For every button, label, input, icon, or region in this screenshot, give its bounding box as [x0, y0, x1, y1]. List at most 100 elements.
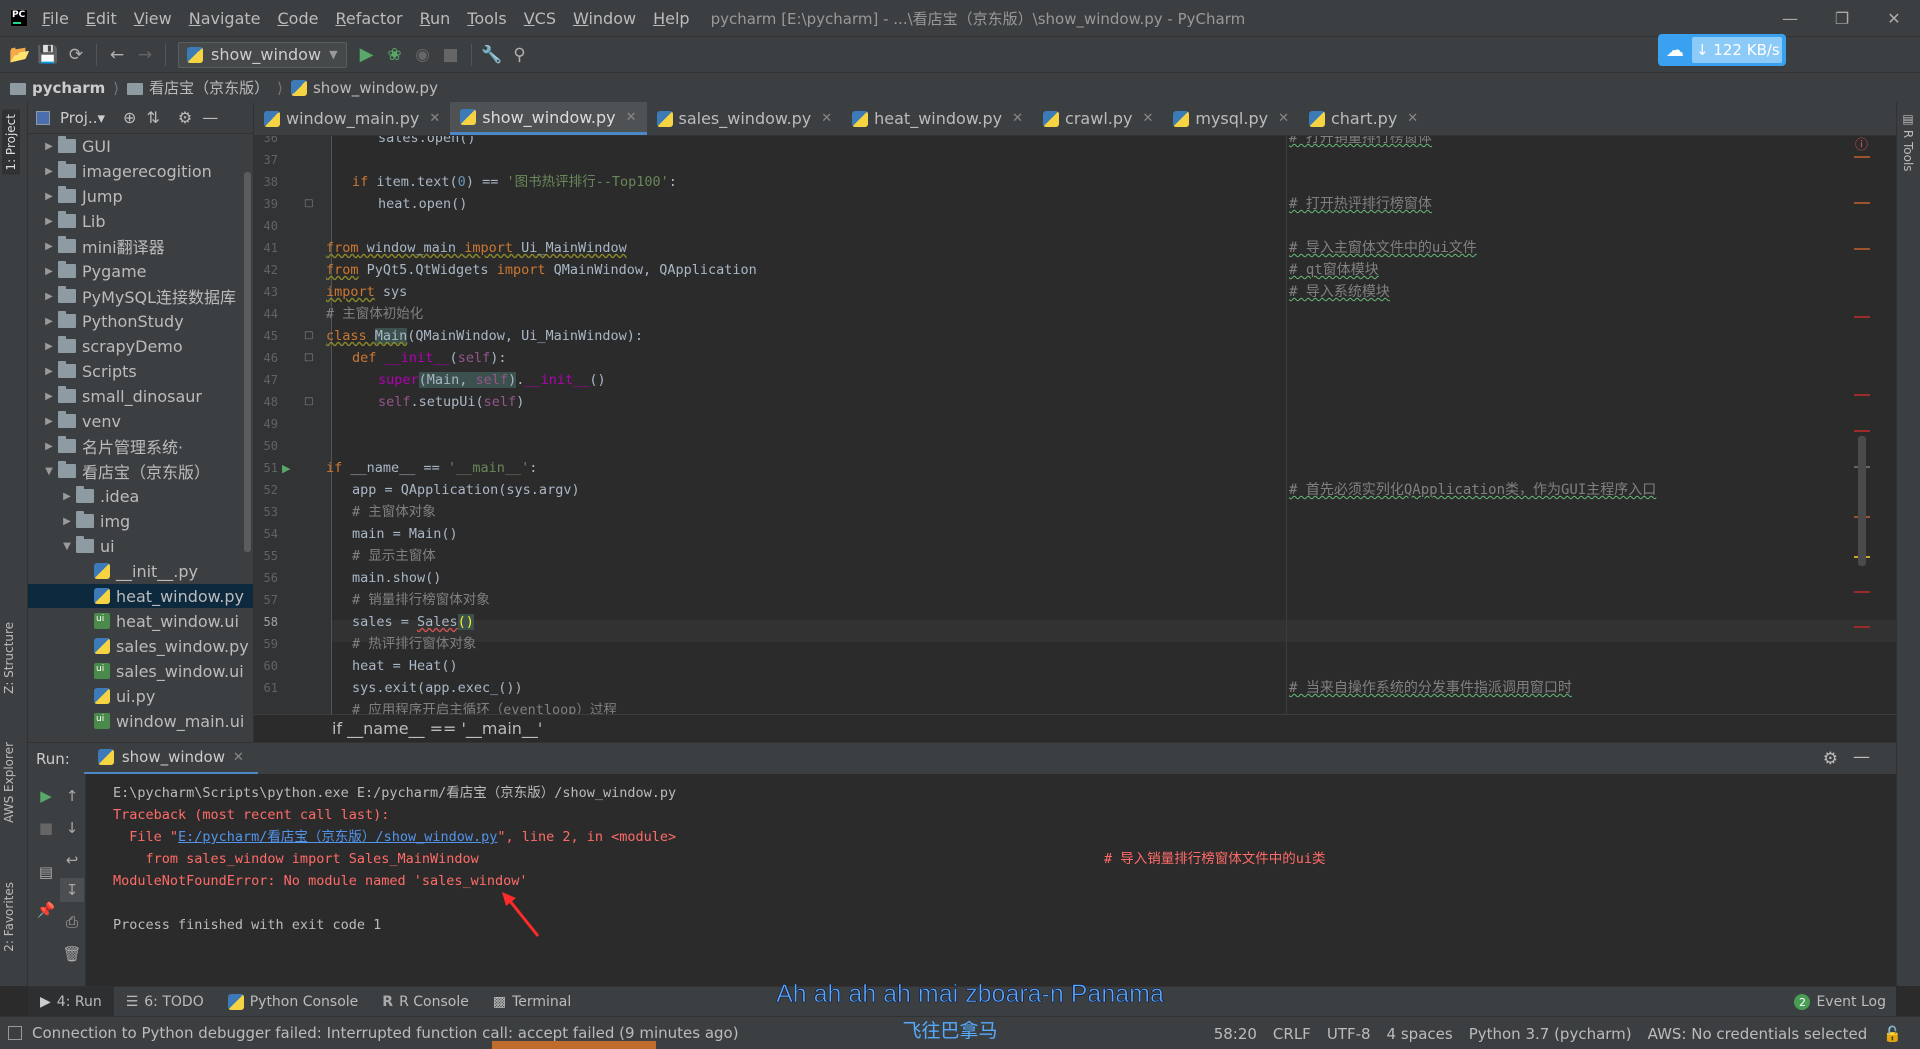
code-editor[interactable]: 36 37 38 39 40 41 42 43 44 45 46 47 48 49 50 51 52 53 54 55…: [254, 136, 1896, 714]
collapsed-arrow-icon[interactable]: ▶: [40, 241, 58, 252]
file-encoding[interactable]: UTF-8: [1327, 1025, 1371, 1043]
stripe-mark[interactable]: [1854, 316, 1870, 318]
error-stripe[interactable]: ⓘ: [1840, 136, 1870, 714]
back-arrow-icon[interactable]: ←: [103, 41, 131, 69]
editor-tab[interactable]: mysql.py ✕: [1163, 102, 1299, 135]
editor-tab[interactable]: window_main.py ✕: [254, 102, 450, 135]
collapsed-arrow-icon[interactable]: ▶: [40, 166, 58, 177]
tool-window-project[interactable]: 1: Project: [2, 110, 20, 175]
editor-tab[interactable]: chart.py ✕: [1299, 102, 1428, 135]
menu-edit[interactable]: Edit: [86, 9, 117, 28]
indent-setting[interactable]: 4 spaces: [1387, 1025, 1453, 1043]
run-configuration-select[interactable]: show_window ▼: [178, 41, 347, 68]
maximize-button[interactable]: ❐: [1816, 0, 1868, 36]
menu-view[interactable]: View: [134, 9, 172, 28]
scroll-up-icon[interactable]: ↑: [60, 784, 84, 808]
collapsed-arrow-icon[interactable]: ▶: [40, 366, 58, 377]
menu-tools[interactable]: Tools: [467, 9, 506, 28]
search-icon[interactable]: ⚲: [506, 41, 534, 69]
tree-item[interactable]: ▶ .idea: [28, 484, 253, 508]
close-tab-icon[interactable]: ✕: [1278, 111, 1289, 126]
rerun-icon[interactable]: ▶: [34, 784, 58, 808]
tool-tab-terminal[interactable]: ▩ Terminal: [481, 987, 583, 1017]
stripe-mark[interactable]: [1854, 626, 1870, 628]
debug-bug-icon[interactable]: ❀: [381, 41, 409, 69]
close-tab-icon[interactable]: ✕: [1142, 111, 1153, 126]
sync-icon[interactable]: ⟳: [62, 41, 90, 69]
line-separator[interactable]: CRLF: [1273, 1025, 1311, 1043]
run-icon[interactable]: ▶: [353, 41, 381, 69]
tree-item[interactable]: ▶ GUI: [28, 134, 253, 158]
settings-wrench-icon[interactable]: 🔧: [478, 41, 506, 69]
locate-target-icon[interactable]: ⊕: [123, 108, 136, 127]
tool-tab-todo[interactable]: ☰ 6: TODO: [114, 987, 216, 1017]
collapsed-arrow-icon[interactable]: ▶: [58, 491, 76, 502]
close-tab-icon[interactable]: ✕: [429, 111, 440, 126]
editor-tab[interactable]: sales_window.py ✕: [647, 102, 843, 135]
menu-vcs[interactable]: VCS: [524, 9, 556, 28]
minimize-button[interactable]: —: [1764, 0, 1816, 36]
tree-item[interactable]: ▶ Jump: [28, 184, 253, 208]
close-tab-icon[interactable]: ✕: [1012, 111, 1023, 126]
caret-position[interactable]: 58:20: [1214, 1025, 1257, 1043]
menu-navigate[interactable]: Navigate: [189, 9, 261, 28]
breadcrumb-file[interactable]: show_window.py: [313, 79, 438, 97]
tree-item[interactable]: heat_window.ui: [28, 609, 253, 633]
scroll-down-icon[interactable]: ↓: [60, 816, 84, 840]
collapse-all-icon[interactable]: ⇅: [146, 108, 159, 127]
aws-credentials[interactable]: AWS: No credentials selected: [1648, 1025, 1868, 1043]
collapsed-arrow-icon[interactable]: ▶: [40, 191, 58, 202]
expanded-arrow-icon[interactable]: ▼: [40, 466, 58, 477]
menu-code[interactable]: Code: [278, 9, 319, 28]
tree-item[interactable]: ▶ Scripts: [28, 359, 253, 383]
collapsed-arrow-icon[interactable]: ▶: [40, 416, 58, 427]
gear-icon[interactable]: ⚙: [1823, 749, 1838, 769]
tree-item[interactable]: ▶ scrapyDemo: [28, 334, 253, 358]
menu-help[interactable]: Help: [653, 9, 689, 28]
tool-window-structure[interactable]: Z: Structure: [2, 622, 16, 694]
close-tab-icon[interactable]: ✕: [821, 111, 832, 126]
collapsed-arrow-icon[interactable]: ▶: [40, 316, 58, 327]
menu-file[interactable]: File: [42, 9, 69, 28]
tree-item[interactable]: ui.py: [28, 684, 253, 708]
tool-window-r-tools[interactable]: ▤ R Tools: [1901, 112, 1915, 172]
event-log-button[interactable]: 2 Event Log: [1794, 987, 1886, 1017]
collapsed-arrow-icon[interactable]: ▶: [58, 516, 76, 527]
breadcrumb-root[interactable]: pycharm: [32, 79, 105, 97]
expanded-arrow-icon[interactable]: ▼: [58, 541, 76, 552]
fold-marker-icon[interactable]: □: [304, 396, 313, 407]
editor-tab[interactable]: crawl.py ✕: [1033, 102, 1163, 135]
tree-item[interactable]: ▶ 名片管理系统·: [28, 434, 253, 458]
close-tab-icon[interactable]: ✕: [626, 110, 637, 125]
collapsed-arrow-icon[interactable]: ▶: [40, 341, 58, 352]
tree-item[interactable]: ▼ 看店宝（京东版）: [28, 459, 253, 483]
stripe-mark[interactable]: [1854, 202, 1870, 204]
tool-window-favorites[interactable]: 2: Favorites: [2, 882, 16, 952]
tree-item[interactable]: ▶ small_dinosaur: [28, 384, 253, 408]
forward-arrow-icon[interactable]: →: [131, 41, 159, 69]
editor-scope-breadcrumb[interactable]: if __name__ == '__main__': [254, 714, 1896, 742]
collapsed-arrow-icon[interactable]: ▶: [40, 141, 58, 152]
layout-icon[interactable]: ▤: [34, 860, 58, 884]
menu-run[interactable]: Run: [420, 9, 451, 28]
save-all-icon[interactable]: 💾: [34, 41, 62, 69]
collapsed-arrow-icon[interactable]: ▶: [40, 441, 58, 452]
tree-item[interactable]: window_main.ui: [28, 709, 253, 733]
tool-tab-python-console[interactable]: Python Console: [216, 987, 371, 1017]
tree-item[interactable]: ▶ Pygame: [28, 259, 253, 283]
project-scrollbar[interactable]: [244, 172, 251, 552]
collapsed-arrow-icon[interactable]: ▶: [40, 391, 58, 402]
tree-item[interactable]: sales_window.py: [28, 634, 253, 658]
hide-panel-icon[interactable]: —: [1853, 747, 1870, 767]
traceback-file-link[interactable]: E:/pycharm/看店宝（京东版）/show_window.py: [178, 829, 497, 845]
stripe-mark[interactable]: [1854, 156, 1870, 158]
gear-icon[interactable]: ⚙: [178, 108, 192, 127]
editor-tab[interactable]: heat_window.py ✕: [842, 102, 1033, 135]
stop-icon[interactable]: ■: [437, 41, 465, 69]
fold-marker-icon[interactable]: □: [304, 352, 313, 363]
project-view-select[interactable]: Proj..▾: [60, 109, 105, 127]
run-tab-show-window[interactable]: show_window ✕: [83, 743, 258, 775]
fold-marker-icon[interactable]: □: [304, 198, 313, 209]
tool-tab-run[interactable]: ▶ 4: Run: [28, 986, 114, 1017]
tree-item[interactable]: sales_window.ui: [28, 659, 253, 683]
